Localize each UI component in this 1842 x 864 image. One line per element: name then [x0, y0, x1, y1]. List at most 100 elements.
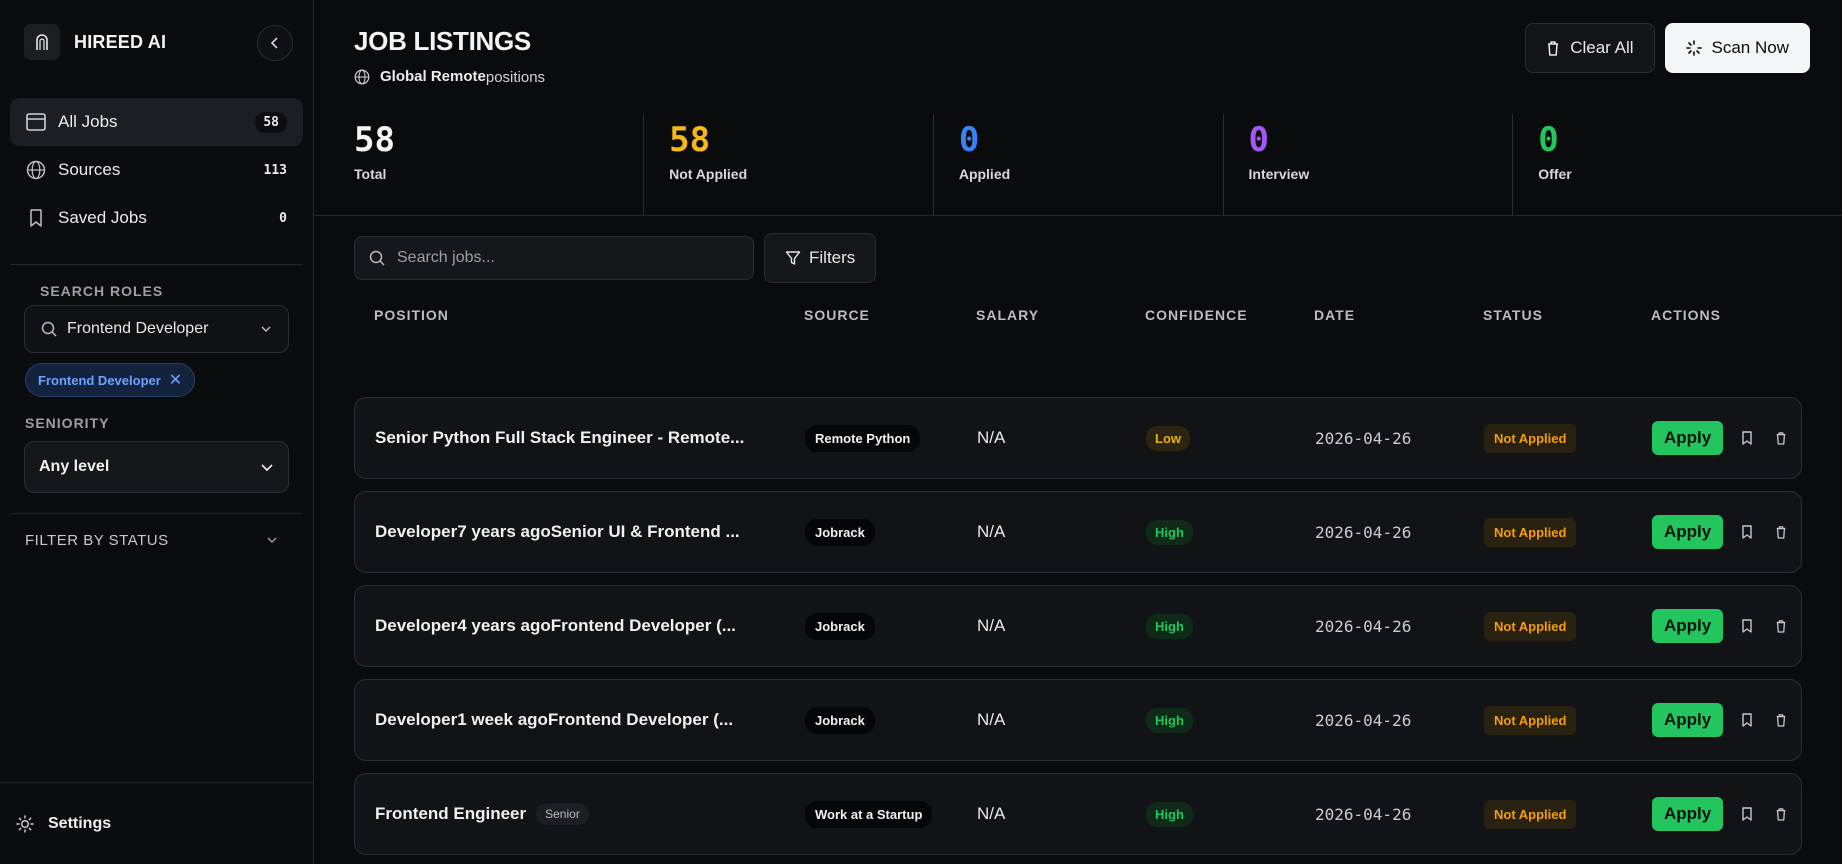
- settings-button[interactable]: Settings: [0, 782, 313, 864]
- column-header-status[interactable]: STATUS: [1483, 290, 1543, 340]
- stat-label: Not Applied: [669, 166, 748, 182]
- trash-icon[interactable]: [1771, 428, 1791, 448]
- header-actions: Clear All Scan Now: [1525, 23, 1810, 73]
- stat-applied: 0 Applied: [932, 114, 1223, 215]
- sidebar-item-saved-jobs[interactable]: Saved Jobs 0: [10, 194, 303, 242]
- bookmark-icon[interactable]: [1737, 428, 1757, 448]
- table-row[interactable]: Senior Python Full Stack Engineer - Remo…: [354, 397, 1802, 479]
- subtitle-suffix: positions: [485, 69, 546, 86]
- apply-button[interactable]: Apply: [1652, 703, 1724, 737]
- column-header-salary[interactable]: SALARY: [976, 290, 1039, 340]
- actions-cell: Apply: [1652, 774, 1791, 854]
- stats-bar: 58 Total 58 Not Applied 0 Applied 0 Inte…: [314, 110, 1842, 216]
- confidence-badge: High: [1146, 519, 1193, 545]
- filter-by-status-toggle[interactable]: FILTER BY STATUS: [0, 514, 313, 566]
- column-header-date[interactable]: DATE: [1314, 290, 1355, 340]
- sidebar-item-label: Sources: [58, 160, 121, 179]
- table-row[interactable]: Developer1 week agoFrontend Developer (.…: [354, 679, 1802, 761]
- source-cell: Work at a Startup: [805, 774, 933, 854]
- column-header-position[interactable]: POSITION: [374, 290, 774, 340]
- sidebar: HIREED AI All Jobs 58 Sources 113 Saved …: [0, 0, 314, 864]
- search-roles-title: SEARCH ROLES: [40, 283, 164, 299]
- bookmark-icon[interactable]: [1737, 522, 1757, 542]
- sidebar-item-count: 113: [263, 162, 287, 178]
- sidebar-item-sources[interactable]: Sources 113: [10, 146, 303, 194]
- role-search-select[interactable]: Frontend Developer: [24, 305, 289, 353]
- trash-icon[interactable]: [1771, 522, 1791, 542]
- status-cell: Not Applied: [1484, 586, 1577, 666]
- sidebar-item-all-jobs[interactable]: All Jobs 58: [10, 98, 303, 146]
- source-badge: Work at a Startup: [805, 800, 933, 828]
- confidence-badge: High: [1146, 707, 1193, 733]
- browser-window-icon: [26, 113, 46, 131]
- table-row[interactable]: Frontend Engineer Senior Work at a Start…: [354, 773, 1802, 855]
- apply-button[interactable]: Apply: [1652, 609, 1724, 643]
- stat-value: 58: [669, 120, 711, 160]
- status-badge[interactable]: Not Applied: [1484, 799, 1577, 829]
- apply-button[interactable]: Apply: [1652, 421, 1724, 455]
- stat-value: 58: [354, 120, 395, 160]
- actions-cell: Apply: [1652, 398, 1791, 478]
- apply-button[interactable]: Apply: [1652, 797, 1724, 831]
- filters-button[interactable]: Filters: [764, 233, 877, 283]
- salary-cell: N/A: [977, 398, 1005, 478]
- status-badge[interactable]: Not Applied: [1484, 517, 1577, 547]
- column-header-confidence[interactable]: CONFIDENCE: [1145, 290, 1248, 340]
- stat-total: 58 Total: [354, 114, 643, 215]
- logo-icon: [24, 24, 60, 60]
- job-title[interactable]: Developer4 years agoFrontend Developer (…: [375, 616, 736, 636]
- role-chip: Frontend Developer ✕: [25, 363, 196, 397]
- sidebar-item-label: Saved Jobs: [58, 208, 147, 227]
- job-title[interactable]: Frontend Engineer: [375, 804, 526, 824]
- bookmark-icon[interactable]: [1737, 804, 1757, 824]
- salary-value: N/A: [977, 428, 1006, 447]
- trash-icon[interactable]: [1771, 710, 1791, 730]
- search-icon: [41, 321, 57, 337]
- trash-icon[interactable]: [1771, 616, 1791, 636]
- job-title[interactable]: Developer7 years agoSenior UI & Frontend…: [375, 522, 740, 542]
- bookmark-icon[interactable]: [1737, 710, 1757, 730]
- apply-button[interactable]: Apply: [1652, 515, 1724, 549]
- salary-value: N/A: [977, 804, 1006, 823]
- position-cell: Developer7 years agoSenior UI & Frontend…: [375, 492, 775, 572]
- job-title[interactable]: Senior Python Full Stack Engineer - Remo…: [375, 428, 744, 448]
- collapse-sidebar-button[interactable]: [257, 25, 293, 61]
- trash-icon[interactable]: [1771, 804, 1791, 824]
- sidebar-item-count: 58: [255, 111, 287, 133]
- date-cell: 2026-04-26: [1315, 680, 1411, 760]
- column-header-source[interactable]: SOURCE: [804, 290, 870, 340]
- table-row[interactable]: Developer7 years agoSenior UI & Frontend…: [354, 491, 1802, 573]
- job-search-input[interactable]: [397, 249, 739, 267]
- source-badge: Jobrack: [805, 612, 875, 640]
- confidence-cell: High: [1146, 774, 1193, 854]
- status-cell: Not Applied: [1484, 492, 1577, 572]
- scan-now-button[interactable]: Scan Now: [1664, 23, 1810, 73]
- salary-cell: N/A: [977, 492, 1005, 572]
- table-row[interactable]: Developer4 years agoFrontend Developer (…: [354, 585, 1802, 667]
- date-cell: 2026-04-26: [1315, 586, 1411, 666]
- stat-label: Applied: [958, 166, 1011, 182]
- seniority-value: Any level: [39, 458, 110, 475]
- actions-cell: Apply: [1652, 492, 1791, 572]
- status-badge[interactable]: Not Applied: [1484, 705, 1577, 735]
- sidebar-item-count: 0: [279, 210, 287, 226]
- stat-value: 0: [1248, 120, 1270, 160]
- bookmark-icon: [30, 209, 42, 227]
- source-badge: Remote Python: [805, 424, 921, 452]
- status-badge[interactable]: Not Applied: [1484, 423, 1577, 453]
- clear-all-button[interactable]: Clear All: [1525, 23, 1655, 73]
- confidence-badge: Low: [1146, 425, 1190, 451]
- date-cell: 2026-04-26: [1315, 492, 1411, 572]
- main-content: JOB LISTINGS Global Remote positions Cle…: [314, 0, 1842, 864]
- bookmark-icon[interactable]: [1737, 616, 1757, 636]
- seniority-select[interactable]: Any level: [24, 441, 289, 493]
- position-cell: Frontend Engineer Senior: [375, 774, 775, 854]
- source-cell: Jobrack: [805, 680, 875, 760]
- remove-chip-icon[interactable]: ✕: [169, 370, 182, 390]
- job-title[interactable]: Developer1 week agoFrontend Developer (.…: [375, 710, 733, 730]
- status-badge[interactable]: Not Applied: [1484, 611, 1577, 641]
- chevron-down-icon: [261, 326, 271, 333]
- filter-by-status-label: FILTER BY STATUS: [25, 531, 169, 549]
- position-cell: Developer1 week agoFrontend Developer (.…: [375, 680, 775, 760]
- role-chip-label: Frontend Developer: [38, 372, 161, 388]
